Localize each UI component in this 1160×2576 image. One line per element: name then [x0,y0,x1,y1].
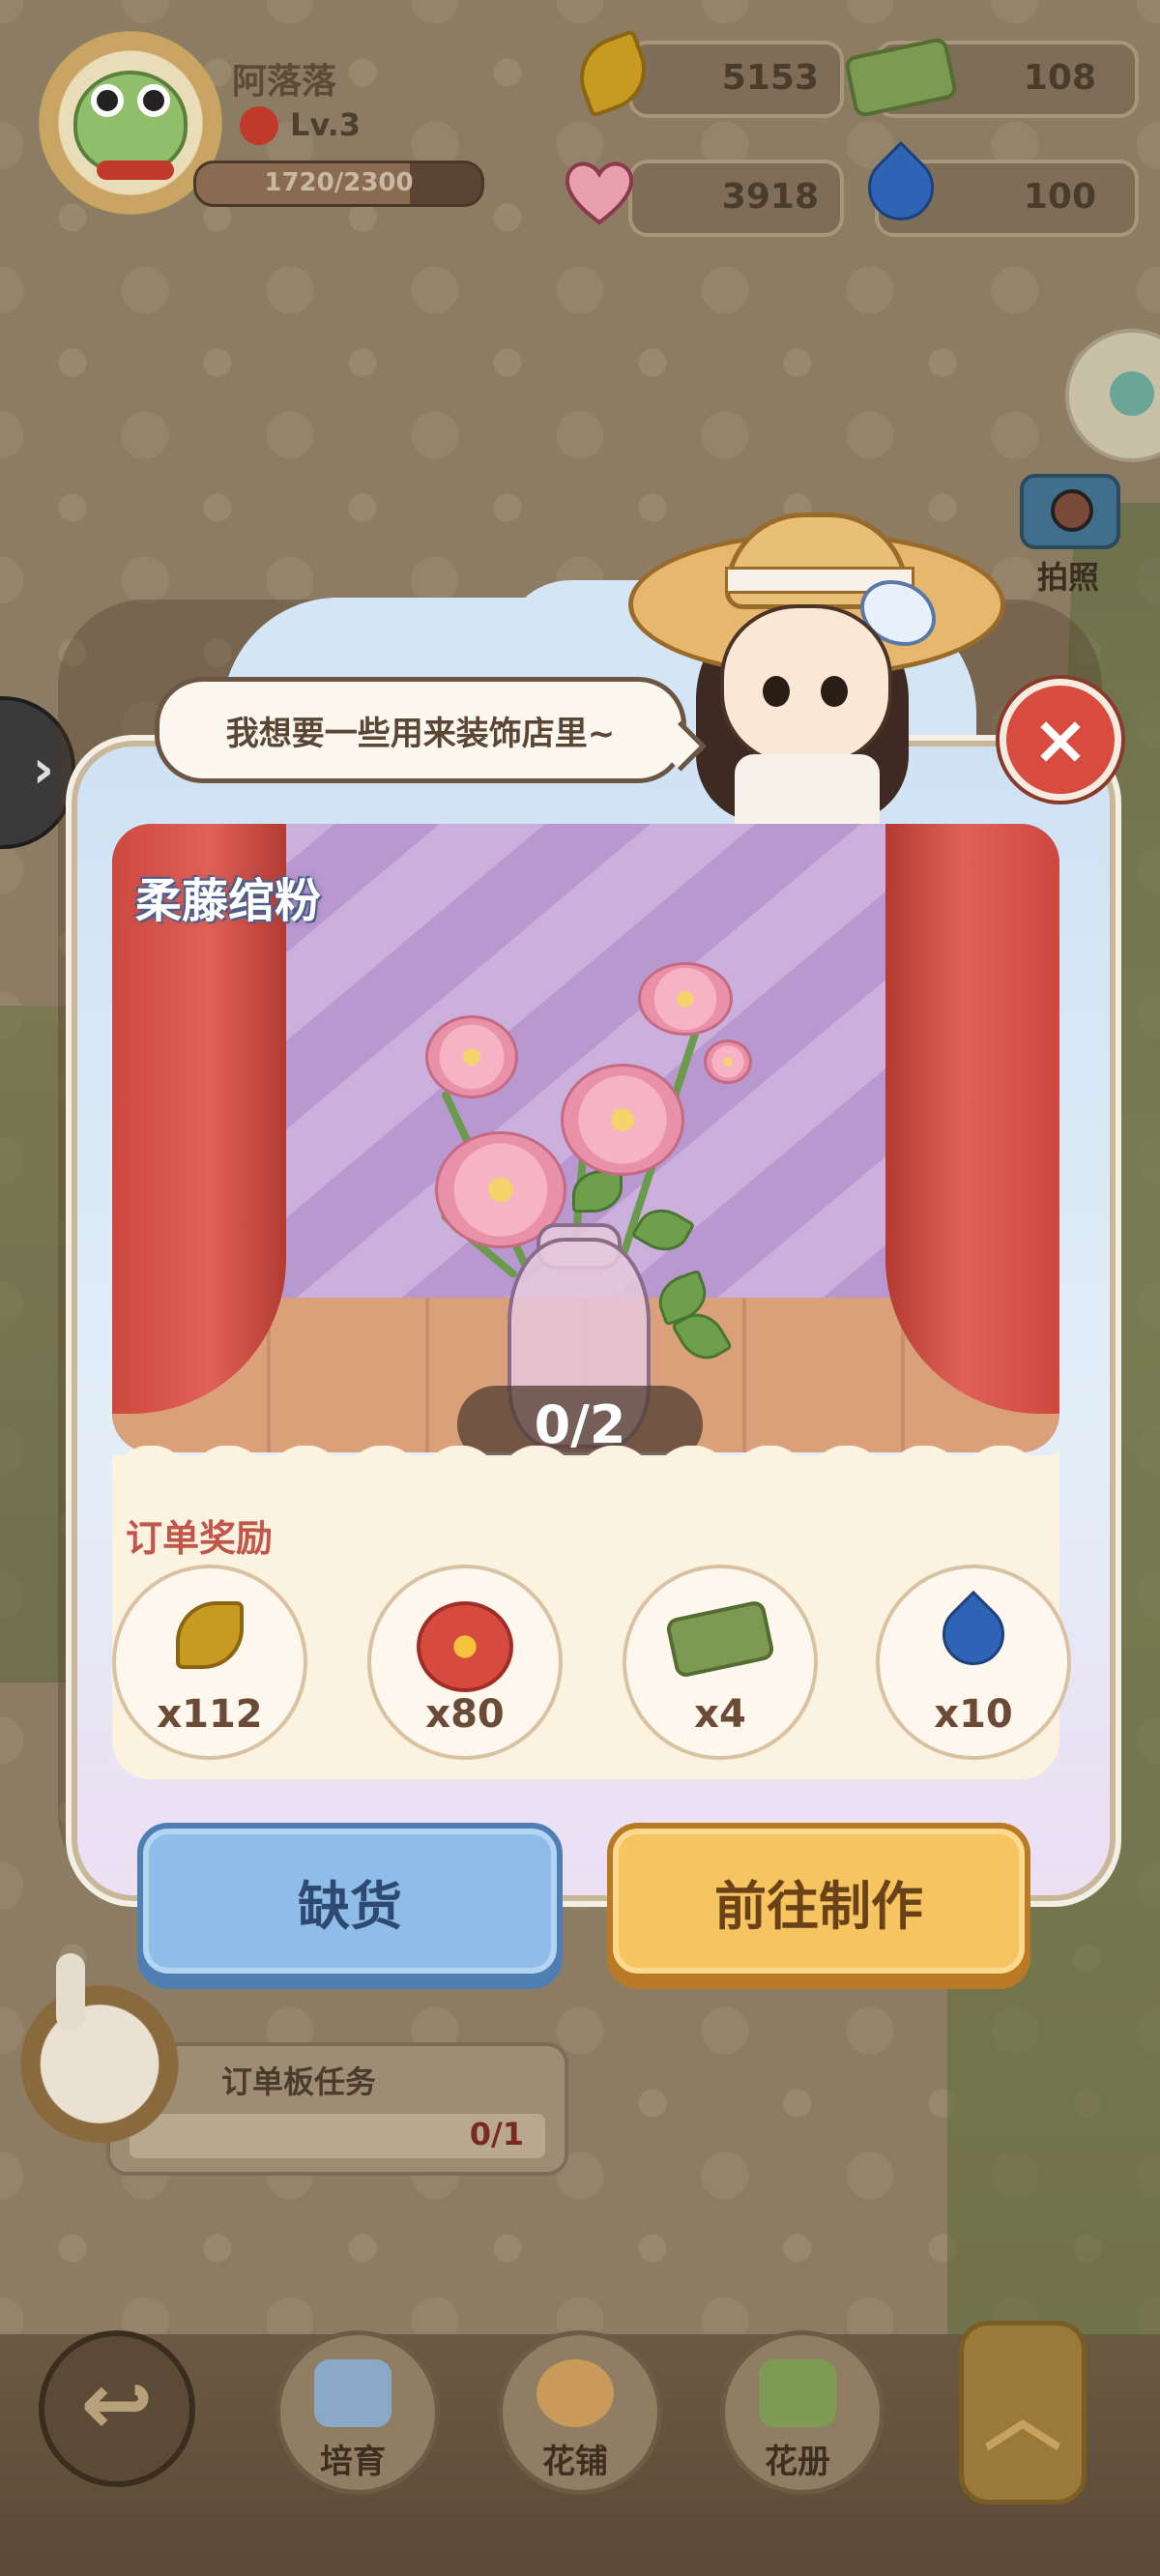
resource-heart-value: 3918 [721,177,819,217]
pink-flower-icon [638,962,733,1036]
back-button[interactable]: ↩ [39,2330,195,2487]
nav-cultivate-label: 培育 [320,2443,386,2481]
pink-flower-icon [561,1064,684,1176]
level-flower-icon [240,106,278,145]
right-curtain [885,824,1059,1414]
water-drop-icon [929,1590,1018,1679]
reward-item-water: x10 [876,1565,1071,1760]
flower-shop-icon [536,2359,614,2427]
reward-qty: x112 [157,1692,263,1737]
resource-leaf[interactable]: 5153 [628,41,844,118]
character-dress [735,754,880,832]
close-icon: × [1031,700,1089,779]
flower-book-icon [759,2359,836,2427]
flower-bud-icon [704,1039,752,1084]
rewards-wave-edge [112,1446,1059,1484]
customer-speech-bubble: 我想要一些用来装饰店里~ [155,677,686,783]
close-button[interactable]: × [1000,679,1121,801]
watering-can-icon [314,2359,392,2427]
left-eye [763,676,790,707]
camera-button[interactable]: 拍照 [1015,464,1121,596]
speech-text: 我想要一些用来装饰店里~ [225,714,616,753]
frog-avatar-icon [73,71,188,175]
nav-flower-book-button[interactable]: 花册 [710,2330,884,2504]
customer-character [628,512,1005,832]
order-task-title: 订单板任务 [221,2064,377,2100]
leaf-icon [176,1601,244,1669]
resource-water-value: 100 [1023,177,1096,217]
out-of-stock-button[interactable]: 缺货 [137,1823,563,1979]
chevron-up-icon: ︿ [984,2372,1061,2462]
reward-item-leaf: x112 [112,1565,307,1760]
resource-leaf-value: 5153 [721,58,819,98]
ticket-icon [664,1598,776,1680]
back-arrow-icon: ↩ [80,2354,154,2455]
rewards-title: 订单奖励 [126,1517,274,1560]
reward-item-flower: x80 [367,1565,563,1760]
camera-icon [1020,474,1120,549]
character-face [720,604,892,767]
camera-label: 拍照 [1036,559,1099,596]
heart-icon [565,161,634,225]
reward-qty: x10 [934,1692,1013,1737]
xp-bar: 1720/2300 [193,161,484,207]
requested-item-name: 柔藤绾粉 [135,874,322,928]
pink-flower-icon [425,1015,518,1098]
red-flower-icon [417,1601,513,1692]
water-drop-shape [929,1590,1018,1679]
nav-flower-shop-button[interactable]: 花铺 [488,2330,662,2504]
nav-flower-shop-label: 花铺 [542,2443,608,2481]
shortcut-icon [1110,371,1154,416]
xp-text: 1720/2300 [264,168,414,197]
nav-cultivate-button[interactable]: 培育 [266,2330,440,2504]
reward-item-ticket: x4 [623,1565,818,1760]
nav-flower-book-label: 花册 [765,2443,830,2481]
reward-qty: x80 [425,1692,505,1737]
player-level: Lv.3 [290,106,362,143]
reward-qty: x4 [694,1692,746,1737]
player-name: 阿落落 [232,62,337,102]
scarf-decoration [97,161,174,180]
chevron-right-icon: › [32,739,54,800]
resource-ticket-value: 108 [1023,58,1096,98]
rabbit-avatar-icon[interactable] [17,1953,182,2147]
go-make-button[interactable]: 前往制作 [607,1823,1030,1979]
right-eye [821,676,848,707]
order-task-count: 0/1 [469,2116,524,2152]
resource-heart[interactable]: 3918 [628,160,844,237]
expand-up-button[interactable]: ︿ [959,2321,1087,2504]
